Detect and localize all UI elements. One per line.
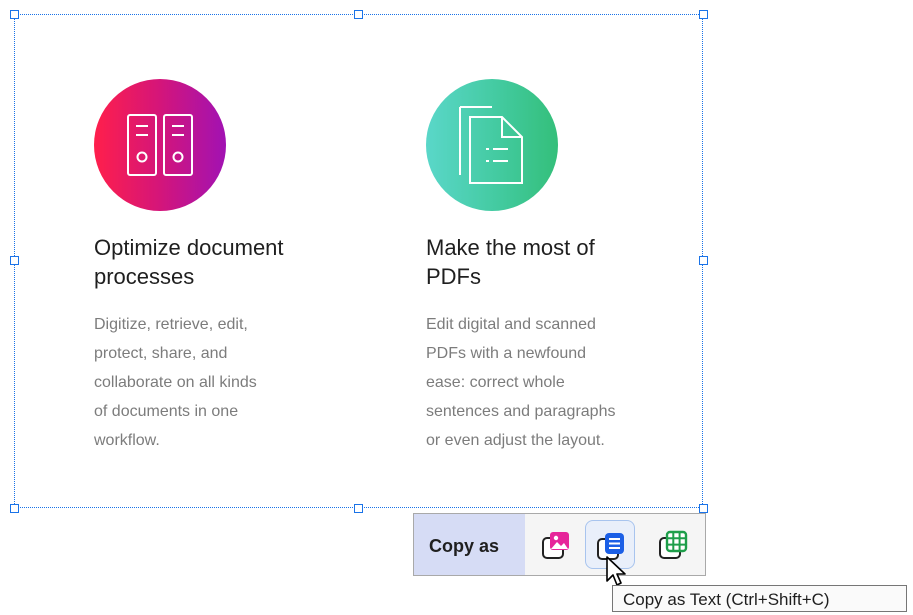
mouse-pointer-icon	[606, 556, 626, 586]
copy-as-toolbar: Copy as	[413, 513, 706, 576]
feature-card-optimize: Optimize document processes Digitize, re…	[94, 79, 344, 455]
document-binders-icon	[94, 79, 226, 211]
copy-as-label-area: Copy as	[414, 514, 525, 575]
resize-handle-bottom-right[interactable]	[699, 504, 708, 513]
copy-as-label: Copy as	[429, 536, 500, 556]
resize-handle-middle-left[interactable]	[10, 256, 19, 265]
resize-handle-bottom-middle[interactable]	[354, 504, 363, 513]
resize-handle-middle-right[interactable]	[699, 256, 708, 265]
copy-as-table-icon	[659, 530, 688, 559]
resize-handle-bottom-left[interactable]	[10, 504, 19, 513]
tooltip: Copy as Text (Ctrl+Shift+C)	[612, 585, 907, 612]
copy-as-image-icon	[542, 532, 569, 559]
card-description: Edit digital and scanned PDFs with a new…	[426, 316, 616, 449]
tooltip-text: Copy as Text (Ctrl+Shift+C)	[623, 590, 830, 609]
pdf-document-icon	[426, 79, 558, 211]
resize-handle-top-middle[interactable]	[354, 10, 363, 19]
resize-handle-top-right[interactable]	[699, 10, 708, 19]
resize-handle-top-left[interactable]	[10, 10, 19, 19]
card-description: Digitize, retrieve, edit, protect, share…	[94, 316, 257, 449]
card-title: Make the most of PDFs	[426, 235, 595, 289]
copy-as-image-button[interactable]	[531, 520, 581, 569]
copy-as-table-button[interactable]	[648, 520, 698, 569]
card-title: Optimize document processes	[94, 235, 284, 289]
feature-card-pdfs: Make the most of PDFs Edit digital and s…	[426, 79, 676, 455]
